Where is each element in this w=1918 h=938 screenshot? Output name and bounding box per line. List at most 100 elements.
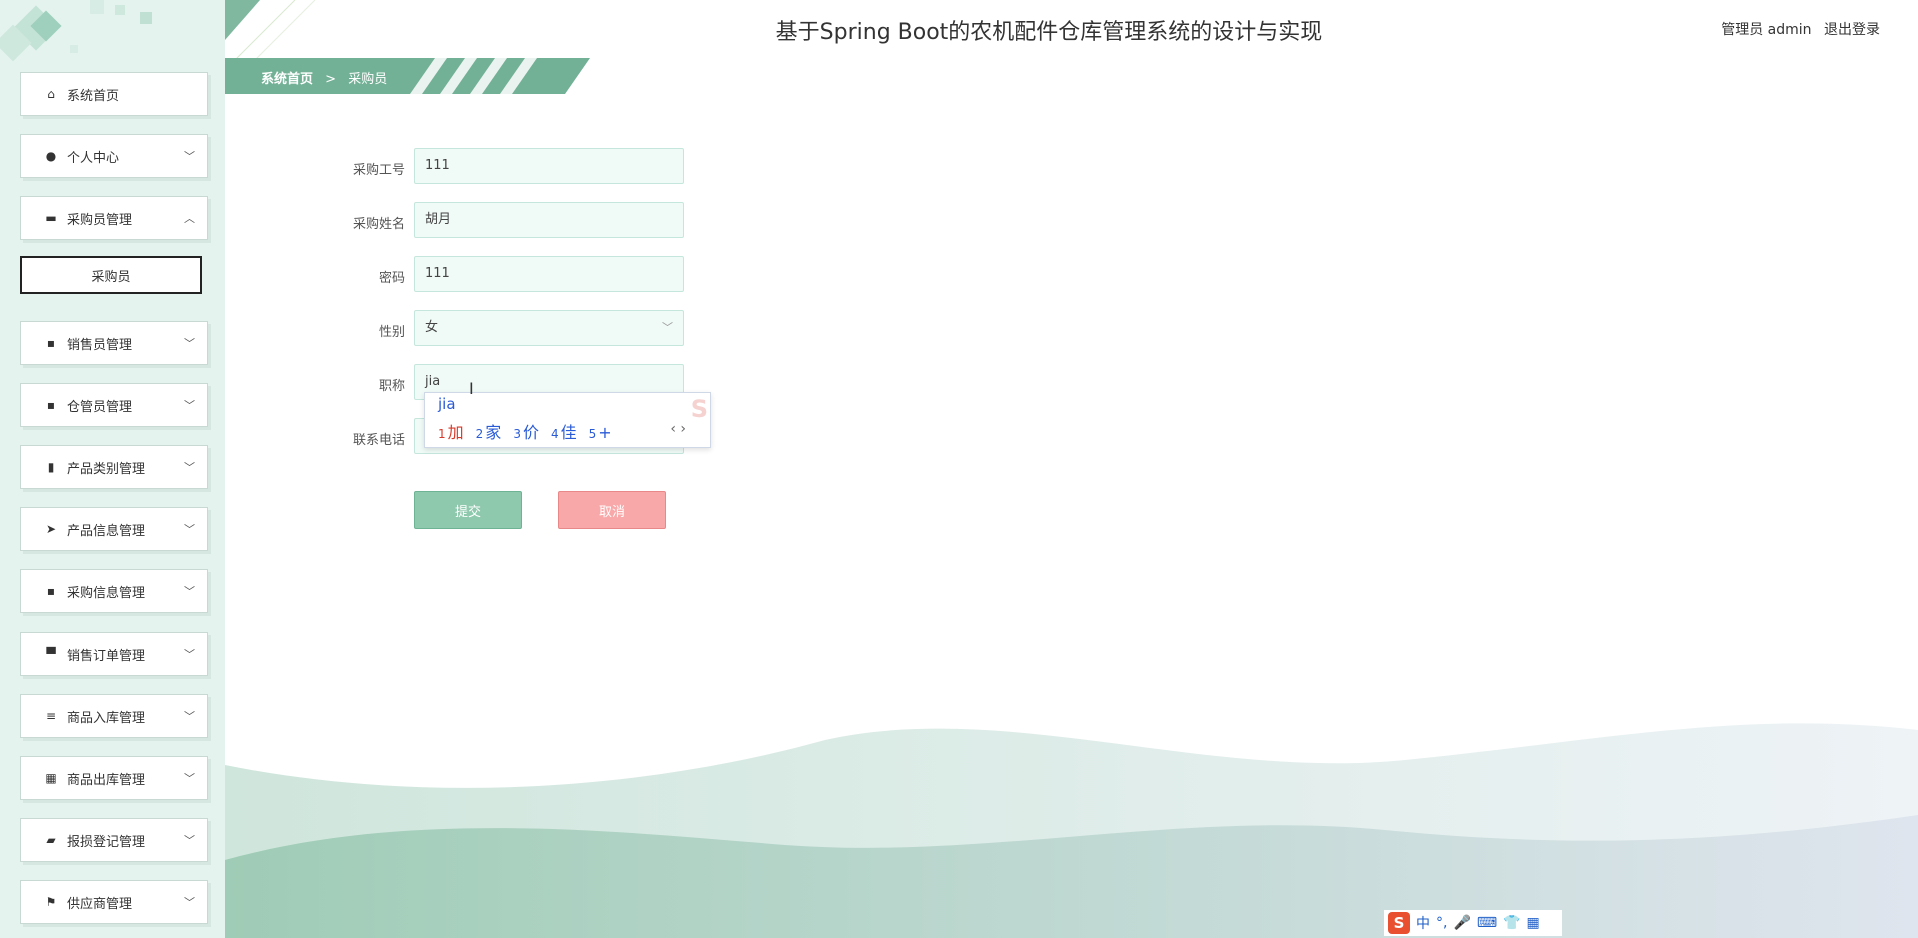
chevron-down-icon: ﹀ [184, 150, 195, 163]
ime-mode-toggle[interactable]: 中 [1416, 913, 1430, 933]
field-label: 采购姓名 [352, 217, 405, 232]
chevron-up-icon: ︿ [184, 212, 195, 225]
ime-candidate-number: 2 [475, 427, 484, 441]
breadcrumb-text: 系统首页 > 采购员 [261, 68, 387, 87]
sidebar-item-label: 个人中心 [67, 150, 120, 166]
sogou-logo-icon[interactable]: S [1388, 912, 1410, 934]
chevron-down-icon: ﹀ [184, 710, 195, 723]
form-row: 性别女 ﹀ [330, 310, 750, 348]
form-input[interactable]: 111 [414, 148, 684, 184]
sidebar-item[interactable]: ▦ 商品出库管理 ﹀ [20, 756, 208, 800]
sidebar-item-label: 系统首页 [67, 88, 120, 104]
sidebar-item-label: 销售订单管理 [67, 648, 146, 664]
chevron-down-icon: ﹀ [184, 896, 195, 909]
form-row: 密码 111 [330, 256, 750, 294]
ime-candidate-number: 1 [438, 427, 446, 441]
sidebar-item-label: 产品信息管理 [67, 523, 146, 539]
wave-background [225, 723, 1918, 938]
toolbox-icon[interactable]: ▦ [1527, 915, 1540, 931]
sidebar-item[interactable]: ⌂ 系统首页 [20, 72, 208, 116]
wallet-icon: ▰ [46, 833, 56, 847]
chevron-down-icon: ﹀ [184, 337, 195, 350]
sidebar-item-label: 商品入库管理 [67, 710, 146, 726]
sliders-icon: ≡ [45, 709, 57, 723]
sidebar-item-label: 仓管员管理 [67, 399, 133, 415]
form-input[interactable]: 111 [414, 256, 684, 292]
sidebar-item[interactable]: ▰ 报损登记管理 ﹀ [20, 818, 208, 862]
ime-watermark-logo: S [690, 395, 708, 423]
chevron-down-icon: ﹀ [662, 321, 673, 334]
ime-candidate-text: 加 [447, 423, 464, 442]
field-label: 采购工号 [352, 163, 405, 178]
cancel-button[interactable]: 取消 [558, 491, 666, 529]
send-icon: ➤ [45, 522, 57, 536]
sidebar-item[interactable]: ● 个人中心 ﹀ [20, 134, 208, 178]
gender-select[interactable]: 女 ﹀ [414, 310, 684, 346]
keyboard-icon[interactable]: ⌨ [1477, 915, 1497, 931]
submit-button[interactable]: 提交 [414, 491, 522, 529]
stamp-icon: ▀ [46, 647, 56, 661]
punctuation-icon[interactable]: °, [1436, 915, 1447, 931]
sidebar-item[interactable]: ➤ 产品信息管理 ﹀ [20, 507, 208, 551]
breadcrumb-home[interactable]: 系统首页 [261, 72, 313, 87]
skin-icon[interactable]: 👕 [1503, 915, 1520, 931]
sidebar: ⌂ 系统首页 ● 个人中心 ﹀ ▬ 采购员管理 ︿ ▪ 销售员管理 ﹀ ▪ 仓管员管理 ﹀ ▮ 产品类别管理 ﹀… [0, 0, 225, 938]
sidebar-item[interactable]: ▪ 仓管员管理 ﹀ [20, 383, 208, 427]
sidebar-subitem-purchaser[interactable]: 采购员 [20, 256, 202, 294]
briefcase-icon: ▬ [45, 211, 57, 225]
form-row: 采购姓名 胡月 [330, 202, 750, 240]
sidebar-item[interactable]: ▪ 销售员管理 ﹀ [20, 321, 208, 365]
sidebar-subitem-label: 采购员 [91, 269, 131, 285]
field-label: 密码 [378, 271, 405, 286]
chevron-down-icon: ﹀ [184, 772, 195, 785]
ime-candidate[interactable]: 5 + [589, 423, 612, 442]
sidebar-item-label: 销售员管理 [67, 337, 133, 353]
sidebar-item[interactable]: ▮ 产品类别管理 ﹀ [20, 445, 208, 489]
chevron-down-icon: ﹀ [184, 834, 195, 847]
chevron-down-icon: ﹀ [184, 648, 195, 661]
ime-toolbar: S 中 °, 🎤 ⌨ 👕 ▦ [1384, 910, 1562, 936]
logout-link[interactable]: 退出登录 [1824, 22, 1880, 38]
sidebar-item[interactable]: ⚑ 供应商管理 ﹀ [20, 880, 208, 924]
ime-page-nav[interactable]: ‹ › [670, 421, 686, 437]
sidebar-item[interactable]: ≡ 商品入库管理 ﹀ [20, 694, 208, 738]
sidebar-item-label: 供应商管理 [67, 896, 133, 912]
ime-candidate-popup: jia 1 加 2 家 3 价 4 佳 5 + ‹ › S [424, 392, 711, 448]
field-value: 111 [425, 158, 450, 173]
grid-icon: ▪ [46, 336, 56, 350]
sidebar-item[interactable]: ▬ 采购员管理 ︿ [20, 196, 208, 240]
sidebar-item-label: 产品类别管理 [67, 461, 146, 477]
sidebar-item[interactable]: ▪ 采购信息管理 ﹀ [20, 569, 208, 613]
field-label: 职称 [378, 379, 405, 394]
bar-chart-icon: ▮ [47, 460, 55, 474]
ime-candidate-text: 佳 [560, 423, 577, 442]
sidebar-item[interactable]: ▀ 销售订单管理 ﹀ [20, 632, 208, 676]
sidebar-item-label: 采购信息管理 [67, 585, 146, 601]
ime-candidate[interactable]: 4佳 [551, 423, 577, 442]
user-label: 管理员 admin [1721, 22, 1812, 38]
home-icon: ⌂ [47, 87, 55, 101]
grid-icon: ▪ [46, 398, 56, 412]
user-icon: ● [45, 149, 57, 163]
chevron-down-icon: ﹀ [184, 523, 195, 536]
ime-candidates: 1 加 2 家 3 价 4 佳 5 + [438, 419, 624, 443]
sidebar-item-label: 采购员管理 [67, 212, 133, 228]
ime-candidate[interactable]: 3价 [513, 423, 539, 442]
user-area: 管理员 admin 退出登录 [1713, 19, 1880, 39]
form-row: 采购工号 111 [330, 148, 750, 186]
form-input[interactable]: 胡月 [414, 202, 684, 238]
microphone-icon[interactable]: 🎤 [1453, 915, 1470, 931]
breadcrumb-current: 采购员 [348, 72, 388, 87]
field-value: 女 [425, 320, 439, 335]
field-value: 111 [425, 266, 450, 281]
chevron-down-icon: ﹀ [184, 585, 195, 598]
ime-composition: jia [438, 395, 456, 413]
ime-candidate[interactable]: 1加 [438, 423, 464, 442]
sidebar-item-label: 报损登记管理 [67, 834, 146, 850]
ime-candidate[interactable]: 2家 [476, 423, 502, 442]
chevron-down-icon: ﹀ [184, 399, 195, 412]
field-value: jia [425, 374, 441, 389]
ime-candidate-text: + [598, 423, 612, 442]
apps-icon: ▦ [45, 771, 57, 785]
breadcrumb: 系统首页 > 采购员 [225, 58, 590, 94]
